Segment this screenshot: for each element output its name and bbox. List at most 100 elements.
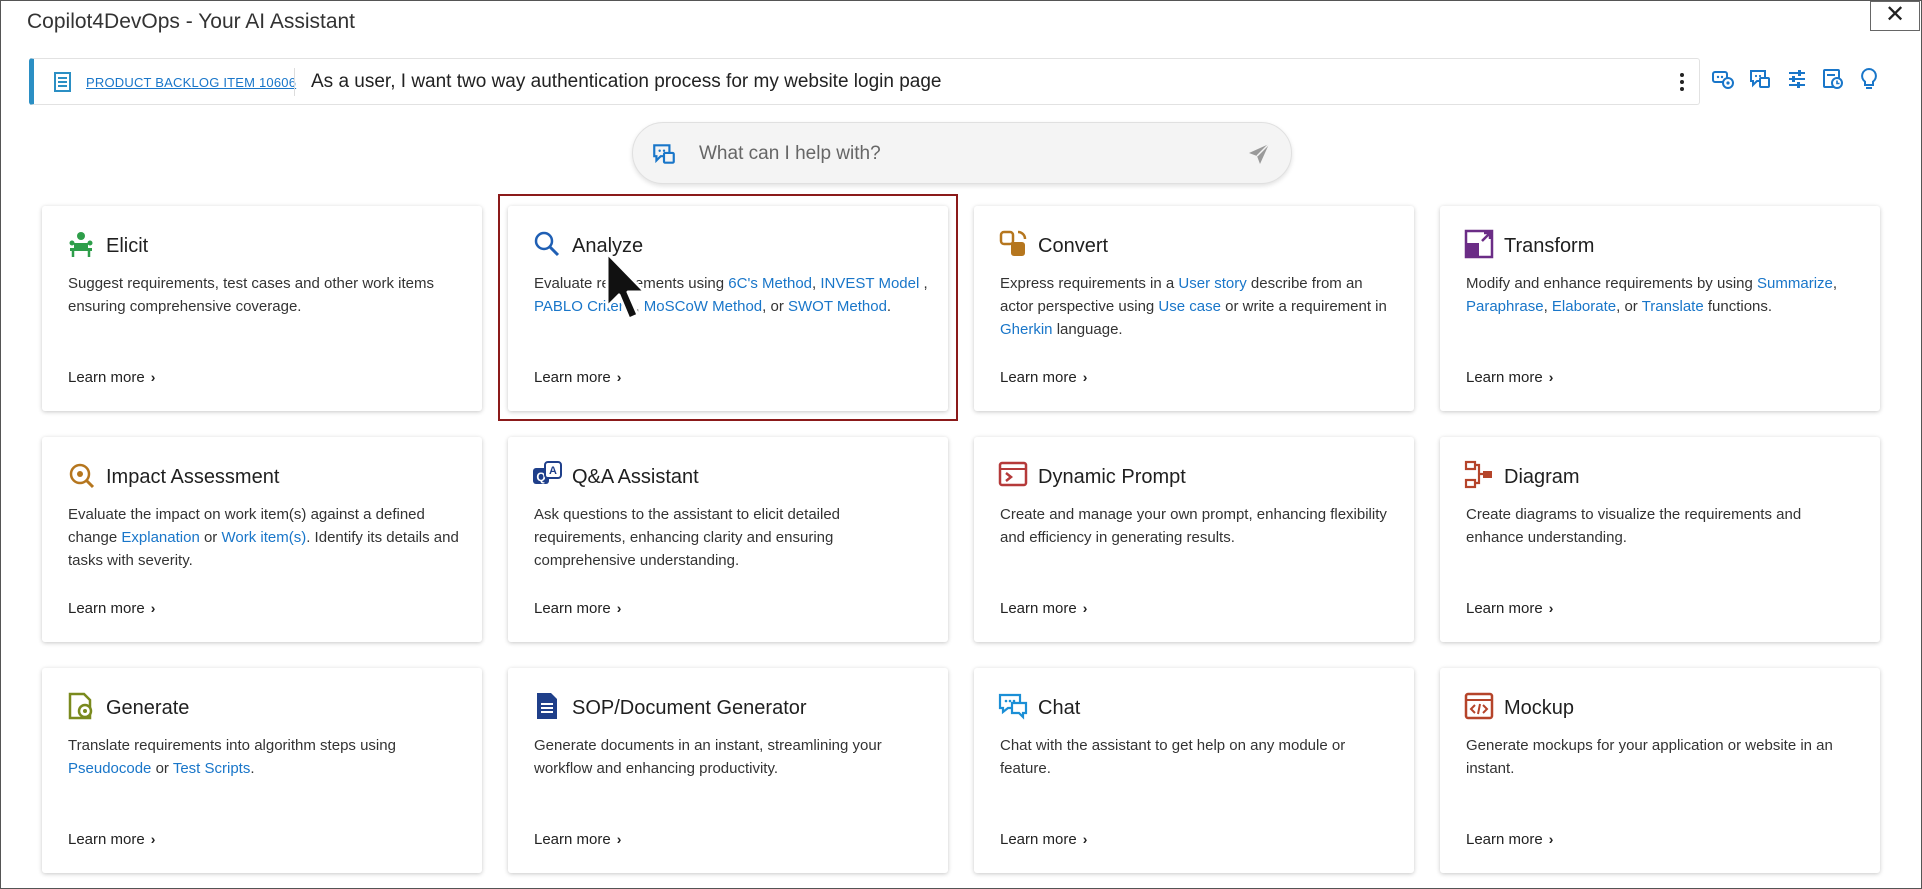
- feature-card[interactable]: SOP/Document Generator Generate documents…: [508, 668, 948, 873]
- lightbulb-icon[interactable]: [1857, 67, 1885, 95]
- description-text: or: [151, 760, 173, 777]
- convert-icon: [998, 229, 1028, 259]
- feature-card[interactable]: Convert Express requirements in a User st…: [974, 206, 1414, 411]
- method-link[interactable]: Test Scripts: [173, 760, 251, 777]
- feature-card[interactable]: Dynamic Prompt Create and manage your own…: [974, 437, 1414, 642]
- method-link[interactable]: Paraphrase: [1466, 298, 1544, 315]
- description-text: Chat with the assistant to get help on a…: [1000, 737, 1346, 777]
- description-text: , or: [1616, 298, 1642, 315]
- learn-more-link[interactable]: Learn more ›: [1000, 600, 1087, 617]
- work-item-bar: PRODUCT BACKLOG ITEM 10606 As a user, I …: [29, 58, 1700, 105]
- method-link[interactable]: Pseudocode: [68, 760, 151, 777]
- chevron-right-icon: ›: [1548, 831, 1554, 847]
- feature-card[interactable]: Impact Assessment Evaluate the impact on …: [42, 437, 482, 642]
- feature-card[interactable]: Chat Chat with the assistant to get help …: [974, 668, 1414, 873]
- card-description: Generate documents in an instant, stream…: [534, 734, 929, 780]
- chevron-right-icon: ›: [616, 831, 622, 847]
- method-link[interactable]: Work item(s): [221, 529, 306, 546]
- learn-more-label: Learn more: [68, 600, 145, 617]
- method-link[interactable]: Use case: [1158, 298, 1221, 315]
- more-options-icon[interactable]: [1677, 71, 1687, 93]
- description-text: functions.: [1703, 298, 1773, 315]
- method-link[interactable]: User story: [1178, 275, 1246, 292]
- card-description: Chat with the assistant to get help on a…: [1000, 734, 1395, 780]
- learn-more-link[interactable]: Learn more ›: [68, 831, 155, 848]
- selection-highlight: [498, 194, 958, 421]
- card-title: Convert: [1038, 235, 1109, 257]
- card-description: Suggest requirements, test cases and oth…: [68, 272, 463, 318]
- method-link[interactable]: Translate: [1642, 298, 1704, 315]
- ask-box: [632, 122, 1292, 184]
- learn-more-link[interactable]: Learn more ›: [1466, 369, 1553, 386]
- diagram-icon: [1464, 460, 1494, 490]
- learn-more-label: Learn more: [534, 600, 611, 617]
- sliders-icon[interactable]: [1785, 67, 1813, 95]
- ask-input[interactable]: [699, 140, 1199, 168]
- description-text: Generate documents in an instant, stream…: [534, 737, 882, 777]
- card-title: Q&A Assistant: [572, 466, 699, 488]
- learn-more-link[interactable]: Learn more ›: [534, 831, 621, 848]
- method-link[interactable]: Explanation: [121, 529, 199, 546]
- description-text: ,: [1543, 298, 1552, 315]
- feature-card[interactable]: Generate Translate requirements into algo…: [42, 668, 482, 873]
- method-link[interactable]: Gherkin: [1000, 321, 1053, 338]
- copilot-chat-icon: [653, 144, 675, 164]
- mouse-cursor-icon: [605, 251, 647, 321]
- card-title: Transform: [1504, 235, 1595, 257]
- method-link[interactable]: Summarize: [1757, 275, 1833, 292]
- chevron-right-icon: ›: [150, 369, 156, 385]
- app-window: Copilot4DevOps - Your AI Assistant ✕ PRO…: [0, 0, 1922, 889]
- learn-more-link[interactable]: Learn more ›: [1000, 369, 1087, 386]
- learn-more-label: Learn more: [1466, 369, 1543, 386]
- description-text: Create and manage your own prompt, enhan…: [1000, 506, 1387, 546]
- learn-more-link[interactable]: Learn more ›: [1466, 600, 1553, 617]
- feature-card[interactable]: Q A Q&A Assistant Ask questions to the assi…: [508, 437, 948, 642]
- feature-card[interactable]: Elicit Suggest requirements, test cases a…: [42, 206, 482, 411]
- card-title: Mockup: [1504, 697, 1575, 719]
- close-button[interactable]: ✕: [1870, 1, 1920, 31]
- learn-more-link[interactable]: Learn more ›: [1466, 831, 1553, 848]
- card-description: Ask questions to the assistant to elicit…: [534, 503, 929, 572]
- learn-more-label: Learn more: [1000, 831, 1077, 848]
- feature-card[interactable]: Mockup Generate mockups for your applicat…: [1440, 668, 1880, 873]
- chevron-right-icon: ›: [616, 600, 622, 616]
- elicit-icon: [66, 229, 96, 259]
- learn-more-link[interactable]: Learn more ›: [68, 600, 155, 617]
- chevron-right-icon: ›: [1082, 831, 1088, 847]
- chat-icon: [998, 691, 1028, 721]
- title-bar: Copilot4DevOps - Your AI Assistant ✕: [1, 1, 1921, 41]
- learn-more-link[interactable]: Learn more ›: [68, 369, 155, 386]
- chevron-right-icon: ›: [1082, 600, 1088, 616]
- card-description: Create diagrams to visualize the require…: [1466, 503, 1861, 549]
- description-text: language.: [1052, 321, 1123, 338]
- mockup-icon: [1464, 691, 1494, 721]
- card-title: Dynamic Prompt: [1038, 466, 1186, 488]
- transform-icon: [1464, 229, 1494, 259]
- learn-more-label: Learn more: [1466, 831, 1543, 848]
- description-text: Suggest requirements, test cases and oth…: [68, 275, 435, 315]
- description-text: Create diagrams to visualize the require…: [1466, 506, 1802, 546]
- work-item-link[interactable]: PRODUCT BACKLOG ITEM 10606: [86, 75, 296, 90]
- chevron-right-icon: ›: [1548, 600, 1554, 616]
- method-link[interactable]: Elaborate: [1552, 298, 1616, 315]
- copilot-settings-icon[interactable]: [1711, 67, 1739, 95]
- card-title: Chat: [1038, 697, 1081, 719]
- history-icon[interactable]: [1821, 67, 1849, 95]
- description-text: or write a requirement in: [1220, 298, 1387, 315]
- feature-card[interactable]: Transform Modify and enhance requirements…: [1440, 206, 1880, 411]
- learn-more-link[interactable]: Learn more ›: [534, 600, 621, 617]
- feature-card[interactable]: Diagram Create diagrams to visualize the …: [1440, 437, 1880, 642]
- learn-more-label: Learn more: [68, 831, 145, 848]
- svg-text:A: A: [549, 465, 557, 477]
- backlog-item-icon: [54, 72, 71, 92]
- chat-copilot-icon[interactable]: [1748, 67, 1776, 95]
- generate-icon: [66, 691, 96, 721]
- card-description: Generate mockups for your application or…: [1466, 734, 1861, 780]
- description-text: ,: [1832, 275, 1838, 292]
- learn-more-label: Learn more: [534, 831, 611, 848]
- card-description: Evaluate the impact on work item(s) agai…: [68, 503, 463, 572]
- learn-more-link[interactable]: Learn more ›: [1000, 831, 1087, 848]
- send-icon[interactable]: [1247, 142, 1271, 166]
- impact-icon: [66, 460, 96, 490]
- description-text: Express requirements in a: [1000, 275, 1179, 292]
